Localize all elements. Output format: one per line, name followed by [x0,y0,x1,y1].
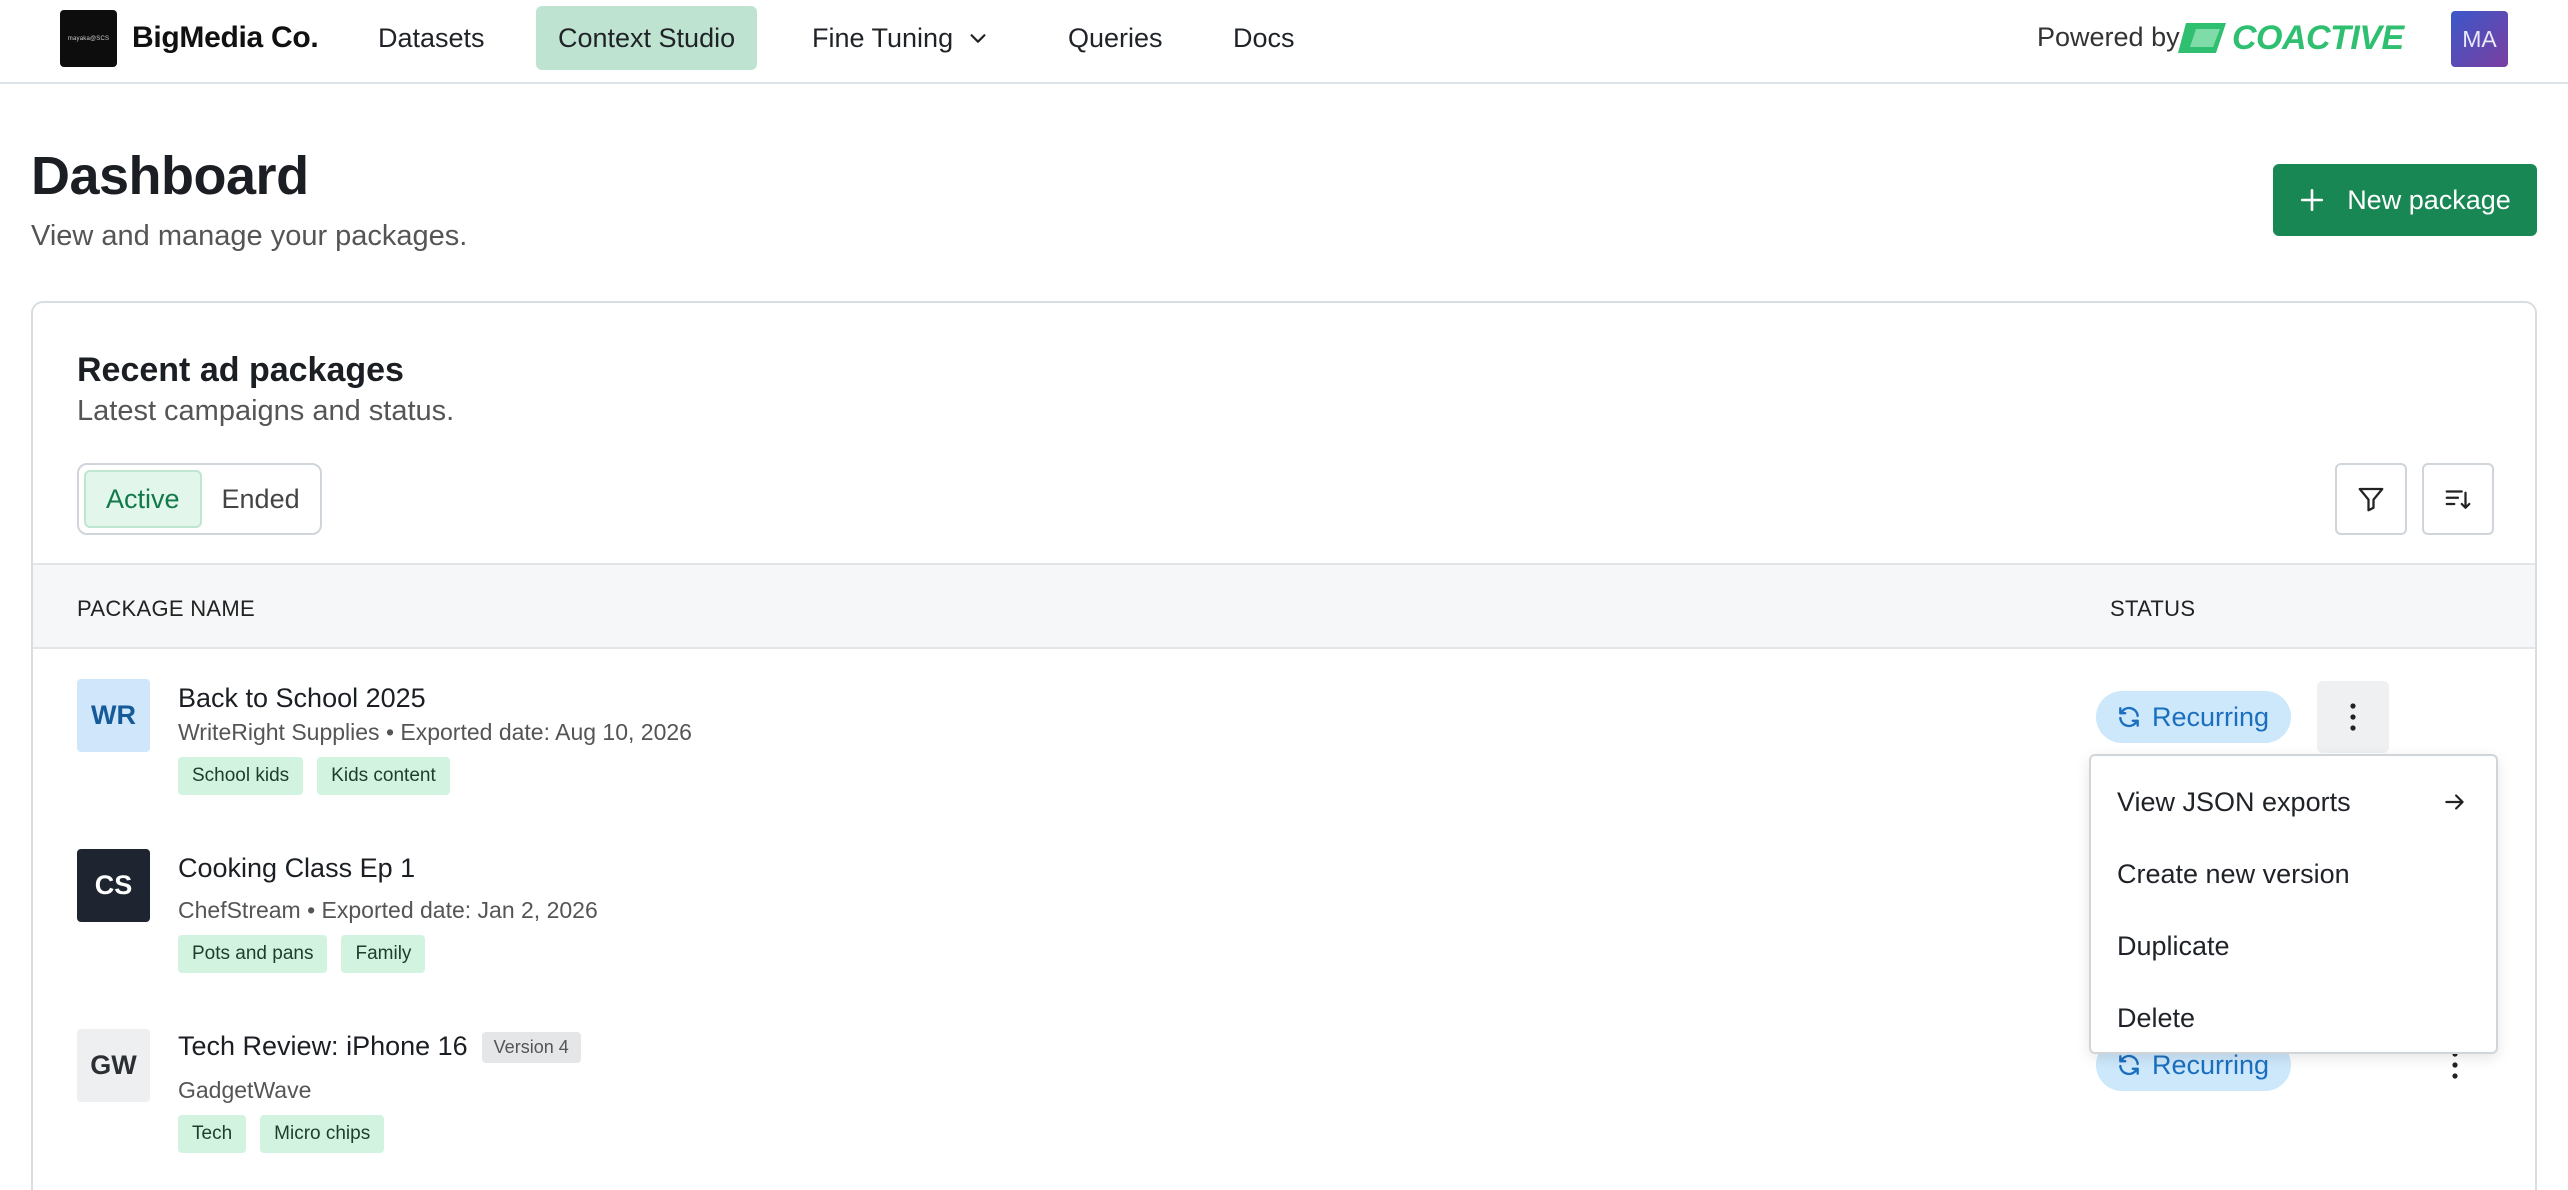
new-package-label: New package [2347,184,2511,215]
package-meta: WriteRight Supplies • Exported date: Aug… [178,719,692,745]
coactive-mark-icon [2178,23,2226,53]
new-package-button[interactable]: New package [2273,164,2537,236]
partner-name: COACTIVE [2232,18,2404,57]
page-title: Dashboard [31,146,309,206]
chevron-down-icon [970,34,986,43]
status-segmented-control: Active Ended [77,463,322,535]
nav-item-label: Datasets [378,22,485,53]
package-name[interactable]: Cooking Class Ep 1 [178,853,415,884]
nav-item-docs[interactable]: Docs [1211,6,1317,70]
menu-item-label: View JSON exports [2117,786,2351,817]
package-meta: ChefStream • Exported date: Jan 2, 2026 [178,897,598,923]
package-tags: Tech Micro chips [178,1115,385,1153]
plus-icon [2301,188,2324,212]
tag: Pots and pans [178,935,328,973]
sort-icon [2445,490,2471,509]
package-name[interactable]: Back to School 2025 [178,683,426,714]
segment-active[interactable]: Active [84,470,202,528]
recent-packages-card: Recent ad packages Latest campaigns and … [31,301,2537,1190]
brand-logo[interactable]: mayaka@SCS [60,10,117,67]
tag: Kids content [317,757,450,795]
brand-name[interactable]: BigMedia Co. [132,21,319,55]
package-avatar: CS [77,849,150,922]
row-actions-button[interactable] [2317,681,2389,753]
sort-button[interactable] [2422,463,2494,535]
nav-item-queries[interactable]: Queries [1046,6,1185,70]
page-subtitle: View and manage your packages. [31,220,468,252]
kebab-icon [2350,703,2356,731]
status-label: Recurring [2152,701,2270,732]
status-label: Recurring [2152,1049,2270,1080]
tag: School kids [178,757,304,795]
tag: Tech [178,1115,247,1153]
top-navigation: mayaka@SCS BigMedia Co. Datasets Context… [0,0,2568,84]
nav-item-datasets[interactable]: Datasets [356,6,507,70]
card-title: Recent ad packages [77,351,404,389]
table-header: PACKAGE NAME STATUS [33,563,2535,649]
row-actions-menu: View JSON exports Create new version Dup… [2089,754,2498,1054]
menu-item-label: Delete [2117,1002,2196,1033]
user-avatar[interactable]: MA [2451,11,2508,67]
menu-item-label: Duplicate [2117,930,2230,961]
menu-item-view-json-exports[interactable]: View JSON exports [2091,766,2496,838]
version-badge: Version 4 [481,1032,581,1064]
package-name-text: Tech Review: iPhone 16 [178,1031,468,1061]
package-avatar: WR [77,679,150,752]
nav-item-label: Docs [1233,22,1295,53]
status-badge: Recurring [2096,691,2292,743]
package-tags: Pots and pans Family [178,935,426,973]
menu-item-duplicate[interactable]: Duplicate [2091,910,2496,982]
card-subtitle: Latest campaigns and status. [77,395,455,427]
nav-item-fine-tuning[interactable]: Fine Tuning [790,6,1011,70]
package-name[interactable]: Tech Review: iPhone 16 Version 4 [178,1031,581,1064]
menu-item-create-new-version[interactable]: Create new version [2091,838,2496,910]
nav-item-label: Context Studio [558,22,736,53]
tag: Family [341,935,426,973]
filter-icon [2358,487,2384,512]
nav-item-label: Queries [1068,22,1163,53]
package-meta: GadgetWave [178,1077,312,1103]
refresh-icon [2119,706,2139,728]
powered-by-label: Powered by [2037,22,2180,52]
filter-button[interactable] [2335,463,2407,535]
column-header-package-name[interactable]: PACKAGE NAME [77,596,255,622]
segment-ended[interactable]: Ended [202,470,320,528]
column-header-status[interactable]: STATUS [2110,596,2195,622]
brand-logo-text: mayaka@SCS [67,35,110,42]
package-avatar: GW [77,1029,150,1102]
package-tags: School kids Kids content [178,757,450,795]
arrow-right-icon [2445,794,2464,810]
nav-item-context-studio[interactable]: Context Studio [536,6,758,70]
menu-item-delete[interactable]: Delete [2091,982,2496,1054]
refresh-icon [2119,1054,2139,1076]
tag: Micro chips [260,1115,385,1153]
menu-item-label: Create new version [2117,858,2350,889]
nav-item-label: Fine Tuning [812,22,954,53]
kebab-icon [2452,1051,2458,1079]
partner-logo[interactable]: COACTIVE [2176,18,2404,58]
